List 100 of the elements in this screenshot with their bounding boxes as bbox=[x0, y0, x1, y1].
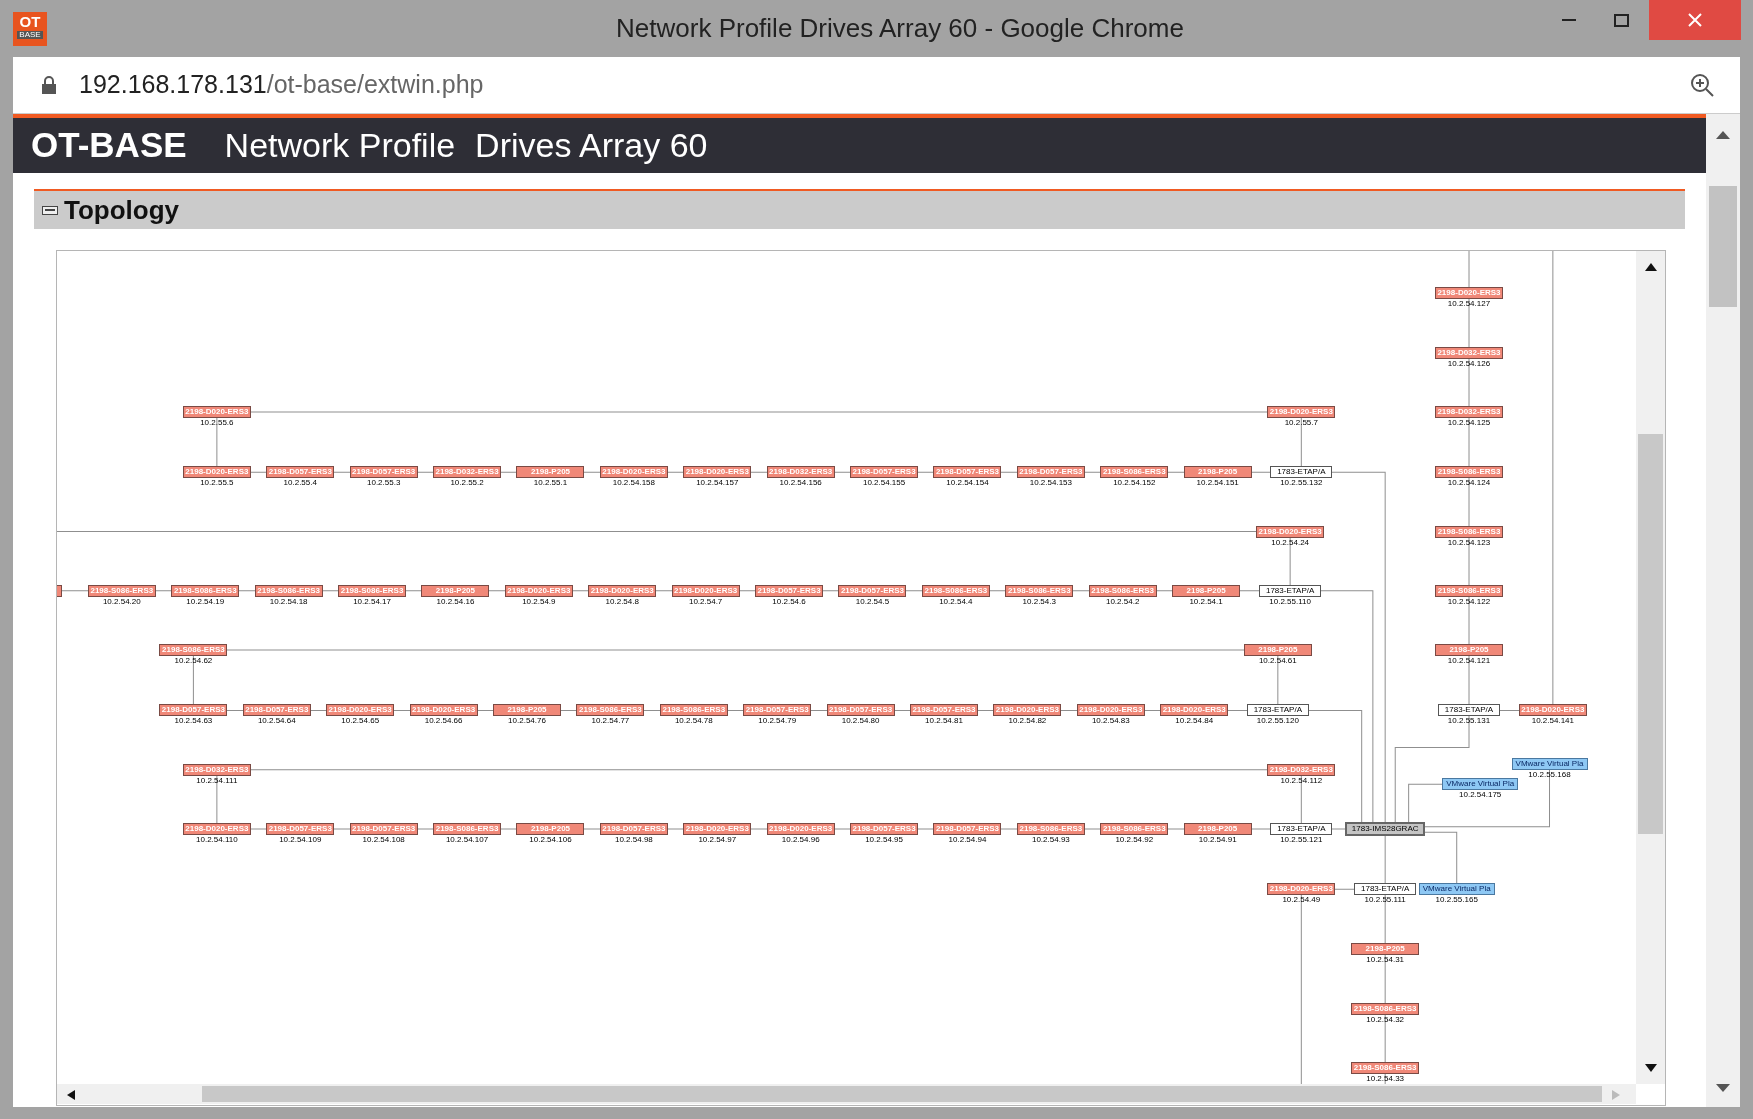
scroll-up-arrow[interactable] bbox=[1716, 131, 1730, 139]
drive-node[interactable]: 2198-S086-ERS3 bbox=[1100, 823, 1169, 835]
drive-node[interactable]: 2198-S086-ERS3 bbox=[1435, 525, 1503, 538]
drive-node[interactable]: 2198-D032-ERS3 bbox=[182, 763, 251, 776]
drive-node[interactable]: 2198-D020-ERS3 bbox=[182, 823, 251, 835]
drive-node[interactable]: 2198-P205 bbox=[1435, 644, 1503, 657]
drive-node[interactable]: 2198-D020-ERS3 bbox=[1076, 704, 1145, 717]
adapter-node[interactable]: 1783-ETAP/A bbox=[1246, 704, 1309, 717]
drive-node[interactable]: 2198-P205 bbox=[1183, 823, 1252, 835]
ip-label: 10.2.54.98 bbox=[613, 836, 654, 844]
scroll-left-arrow[interactable] bbox=[67, 1090, 75, 1100]
section-title: Topology bbox=[64, 193, 180, 227]
drive-node[interactable]: 2198-D020-ERS3 bbox=[1160, 704, 1229, 717]
drive-node[interactable]: 2198-D020-ERS3 bbox=[182, 466, 251, 479]
drive-node[interactable]: 2198-D020-ERS3 bbox=[1256, 525, 1325, 538]
drive-node[interactable]: 2198-S086-ERS3 bbox=[1435, 584, 1503, 597]
drive-node[interactable]: 2198-S086-ERS3 bbox=[576, 704, 645, 717]
ip-label: 10.2.55.165 bbox=[1434, 896, 1479, 905]
scroll-up-arrow[interactable] bbox=[1645, 263, 1657, 271]
drive-node[interactable]: 2198-P205 bbox=[1243, 644, 1312, 657]
section-header[interactable]: Topology bbox=[34, 189, 1685, 229]
drive-node[interactable]: 2198-D057-ERS3 bbox=[159, 704, 228, 717]
drive-node[interactable]: 2198-D020-ERS3 bbox=[993, 704, 1062, 717]
drive-node[interactable]: 2198-S086-ERS3 bbox=[1016, 823, 1085, 835]
drive-node[interactable]: 2198-D057-ERS3 bbox=[349, 823, 418, 835]
drive-node[interactable]: 2198-S086-ERS3 bbox=[1351, 1062, 1420, 1075]
drive-node[interactable]: 2198-P205 bbox=[1351, 942, 1420, 955]
drive-node[interactable]: 2198-D057-ERS3 bbox=[1016, 466, 1085, 479]
drive-node[interactable]: 2198-D020-ERS3 bbox=[588, 584, 657, 597]
drive-node[interactable]: 2198-D057-ERS3 bbox=[266, 466, 335, 479]
drive-node[interactable]: 2198-S086-ERS3 bbox=[1005, 584, 1074, 597]
drive-node[interactable]: 2198-D057-ERS3 bbox=[933, 466, 1002, 479]
drive-node[interactable]: 2198-S086-ERS3 bbox=[921, 584, 990, 597]
drive-node[interactable]: 2198-D032-ERS3 bbox=[433, 466, 502, 479]
drive-node[interactable]: 2198-D057-ERS3 bbox=[850, 466, 919, 479]
scrollbar-thumb[interactable] bbox=[1709, 186, 1737, 307]
scroll-right-arrow[interactable] bbox=[1612, 1090, 1620, 1100]
scroll-down-arrow[interactable] bbox=[1645, 1064, 1657, 1072]
drive-node[interactable]: 2198-D020-ERS3 bbox=[326, 704, 395, 717]
drive-node[interactable]: 2198-S086-ERS3 bbox=[659, 704, 728, 717]
drive-node[interactable]: 2198-P205 bbox=[516, 823, 585, 835]
drive-node[interactable]: 2198-D020-ERS3 bbox=[1518, 704, 1587, 717]
drive-node[interactable]: 2198-S086-ERS3 bbox=[171, 584, 240, 597]
drive-node[interactable]: 2198-D057-ERS3 bbox=[755, 584, 824, 597]
drive-node[interactable]: 2198-S086-ERS3 bbox=[1100, 466, 1169, 479]
collapse-icon[interactable] bbox=[42, 205, 58, 215]
drive-node[interactable]: 2198-D020-ERS3 bbox=[182, 406, 251, 418]
drive-node[interactable]: 2198-S086-ERS3 bbox=[254, 584, 323, 597]
drive-node[interactable]: 2198-D057-ERS3 bbox=[933, 823, 1002, 835]
drive-node[interactable]: 2198-D020-ERS3 bbox=[683, 823, 752, 835]
drive-node[interactable]: 2198-S086-ERS3 bbox=[1351, 1003, 1420, 1015]
drive-node[interactable]: 2198-D020-ERS3 bbox=[766, 823, 835, 835]
switch-node[interactable]: 1783-IMS28GRAC bbox=[1345, 822, 1426, 836]
vm-node[interactable]: VMware Virtual Pla bbox=[1511, 758, 1588, 771]
adapter-node[interactable]: 1783-ETAP/A bbox=[1438, 704, 1500, 717]
vm-node[interactable]: VMware Virtual Pla bbox=[1418, 883, 1495, 896]
scroll-down-arrow[interactable] bbox=[1716, 1084, 1730, 1092]
drive-node[interactable]: 2198-S086-ERS3 bbox=[159, 644, 228, 657]
drive-node[interactable]: 2198-S086-ERS3 bbox=[87, 584, 156, 597]
drive-node[interactable]: 2198-D020-ERS3 bbox=[1267, 406, 1336, 418]
drive-node[interactable]: 2198-D020-ERS3 bbox=[671, 584, 740, 597]
drive-node[interactable]: 2198-S086-ERS3 bbox=[433, 823, 502, 835]
minimize-icon bbox=[1562, 19, 1576, 21]
drive-node[interactable]: 2198-D057-ERS3 bbox=[599, 823, 668, 835]
drive-node[interactable]: 2198-D032-ERS3 bbox=[1267, 763, 1336, 776]
drive-node[interactable]: 2198-D032-ERS3 bbox=[766, 466, 835, 479]
url-field[interactable]: 192.168.178.131/ot-base/extwin.php bbox=[79, 66, 484, 104]
zoom-icon[interactable] bbox=[1689, 72, 1715, 98]
adapter-node[interactable]: 1783-ETAP/A bbox=[1270, 823, 1333, 835]
close-button[interactable] bbox=[1649, 0, 1741, 40]
drive-node[interactable]: 2198-S086-ERS3 bbox=[338, 584, 407, 597]
adapter-node[interactable]: 1783-ETAP/A bbox=[1270, 466, 1333, 479]
drive-node[interactable]: 2198-P205 bbox=[516, 466, 585, 479]
adapter-node[interactable]: 1783-ETAP/A bbox=[1259, 584, 1322, 597]
drive-node[interactable]: 2198-P205 bbox=[1183, 466, 1252, 479]
drive-node[interactable]: 2198-S086-ERS3 bbox=[1435, 466, 1503, 479]
drive-node[interactable]: 2198-D057-ERS3 bbox=[826, 704, 895, 717]
drive-node[interactable]: 2198-D057-ERS3 bbox=[266, 823, 335, 835]
adapter-node[interactable]: 1783-ETAP/A bbox=[1354, 883, 1417, 896]
drive-node[interactable]: 2198-D032-ERS3 bbox=[1435, 406, 1503, 418]
drive-node[interactable]: 2198-D020-ERS3 bbox=[409, 704, 478, 717]
drive-node[interactable]: 2198-D057-ERS3 bbox=[850, 823, 919, 835]
drive-node[interactable]: 2198-D020-ERS3 bbox=[504, 584, 573, 597]
drive-node[interactable]: 2198-P205 bbox=[421, 584, 490, 597]
drive-node[interactable]: 2198-D020-ERS3 bbox=[683, 466, 752, 479]
drive-node[interactable]: 2198-D020-ERS3 bbox=[599, 466, 668, 479]
drive-node[interactable]: 2198-D032-ERS3 bbox=[1435, 346, 1503, 359]
drive-node[interactable]: 2198-P205 bbox=[493, 704, 561, 717]
drive-node[interactable]: 2198-S086-ERS3 bbox=[1088, 584, 1157, 597]
drive-node[interactable]: 2198-D057-ERS3 bbox=[743, 704, 812, 717]
drive-node[interactable]: 2198-D057-ERS3 bbox=[910, 704, 978, 717]
vm-node[interactable]: VMware Virtual Pla bbox=[1442, 778, 1519, 791]
drive-node[interactable]: 2198-D057-ERS3 bbox=[838, 584, 907, 597]
scrollbar-thumb[interactable] bbox=[1638, 434, 1663, 834]
drive-node[interactable]: 2198-P205 bbox=[1172, 584, 1241, 597]
drive-node[interactable]: 2198-D057-ERS3 bbox=[242, 704, 311, 717]
drive-node[interactable]: 2198-D057-ERS3 bbox=[349, 466, 418, 479]
drive-node[interactable]: 2198-D020-ERS3 bbox=[1435, 287, 1503, 300]
drive-node[interactable]: 2198-D020-ERS3 bbox=[1267, 883, 1336, 896]
scrollbar-thumb[interactable] bbox=[202, 1086, 1602, 1102]
